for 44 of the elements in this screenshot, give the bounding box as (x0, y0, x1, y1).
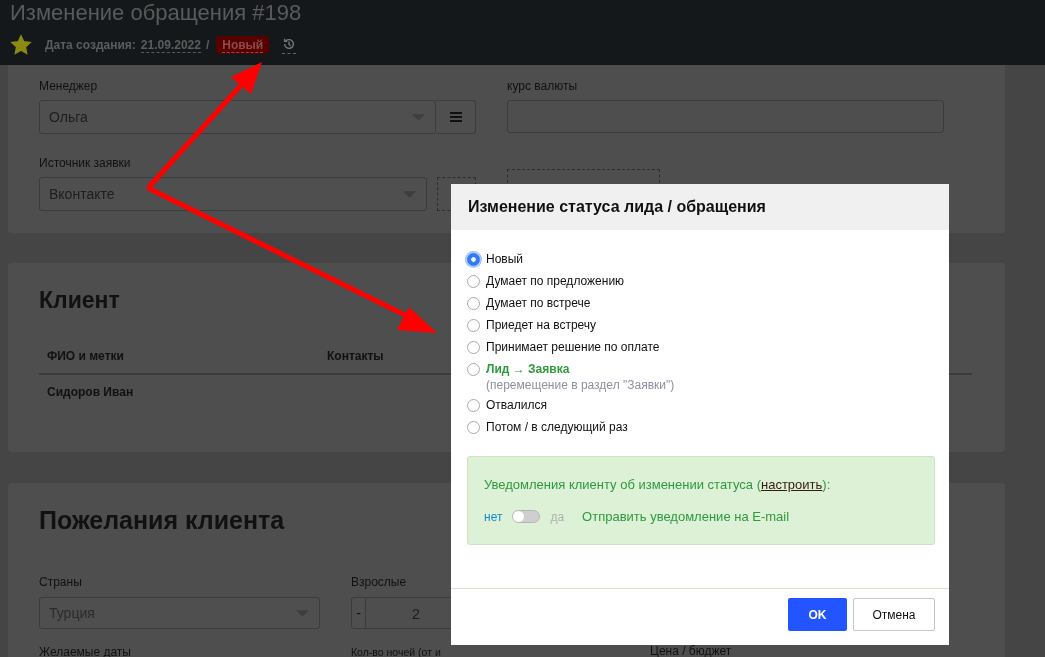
section-title: Клиент (39, 286, 120, 315)
radio-button[interactable] (467, 420, 480, 434)
field-label: курс валюты (507, 79, 579, 93)
column-header: Контакты (326, 349, 384, 363)
notification-text: Уведомления клиенту об изменении статуса (настроить): (484, 477, 832, 492)
client-name: Сидоров Иван (46, 385, 135, 399)
option-note: (перемещение в раздел "Заявки") (485, 377, 676, 394)
list-button[interactable] (436, 100, 476, 134)
radio-button[interactable] (467, 274, 480, 288)
radio-button[interactable] (467, 398, 480, 412)
field-label: Страны (39, 575, 83, 589)
option-label[interactable]: Думает по предложению (486, 274, 625, 288)
on-label: да (550, 509, 565, 524)
radio-button[interactable] (467, 318, 480, 332)
off-label: нет (484, 509, 503, 524)
field-label: Цена / бюджет (650, 645, 733, 657)
menu-icon (449, 112, 462, 122)
section-title: Пожелания клиента (39, 505, 285, 535)
column-header: ФИО и метки (46, 349, 125, 363)
option-label[interactable]: Отвалился (486, 398, 547, 412)
star-icon[interactable] (10, 34, 32, 56)
separator: / (205, 38, 210, 52)
created-label: Дата создания: (45, 38, 136, 52)
field-label: Источник заявки (39, 156, 132, 170)
option-label[interactable]: Лид → Заявка (486, 362, 570, 376)
radio-button[interactable] (467, 340, 480, 354)
dialog-title: Изменение статуса лида / обращения (468, 198, 766, 216)
radio-button[interactable] (467, 362, 480, 376)
radio-button[interactable] (467, 296, 480, 310)
page-title: Изменение обращения #198 (10, 0, 302, 25)
option-label[interactable]: Приедет на встречу (486, 318, 597, 332)
field-label: Менеджер (39, 79, 99, 93)
history-icon[interactable] (282, 36, 297, 54)
email-notification-label: Отправить уведомление на E-mail (582, 509, 790, 524)
toggle-switch[interactable] (512, 510, 541, 523)
option-label[interactable]: Новый (486, 252, 524, 266)
configure-link[interactable]: настроить (761, 477, 823, 492)
ok-button[interactable]: OK (788, 598, 847, 631)
option-label[interactable]: Принимает решение по оплате (486, 340, 660, 354)
option-label[interactable]: Думает по встрече (486, 296, 591, 310)
radio-button[interactable] (467, 252, 480, 266)
field-label: Взрослые (351, 575, 408, 589)
cancel-button[interactable]: Отмена (853, 598, 935, 631)
option-label[interactable]: Потом / в следующий раз (486, 420, 628, 434)
